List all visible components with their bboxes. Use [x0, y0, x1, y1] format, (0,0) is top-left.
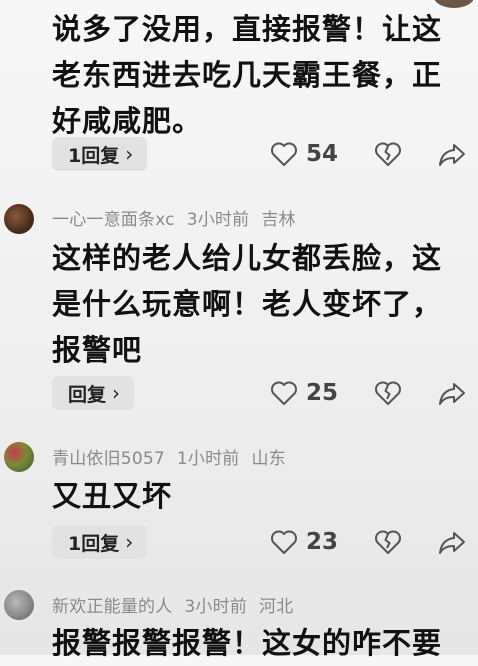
share-button[interactable]: [438, 379, 466, 411]
dislike-button[interactable]: [374, 379, 402, 411]
heart-outline-icon: [271, 381, 297, 405]
comment-actions: 54: [270, 137, 465, 171]
chevron-right-icon: ›: [125, 142, 134, 166]
share-arrow-icon: [439, 144, 465, 166]
comment-actions: 25: [270, 376, 465, 410]
reply-label: 1回复: [68, 144, 120, 167]
share-arrow-icon: [439, 383, 465, 405]
username[interactable]: 一心一意面条xc: [52, 210, 175, 230]
comment-text: 这样的老人给儿女都丢脸，这是什么玩意啊！老人变坏了，报警吧: [52, 241, 443, 367]
reply-label: 1回复: [68, 532, 120, 555]
comment-actions: 23: [270, 525, 465, 559]
share-arrow-icon: [439, 532, 465, 554]
reply-button[interactable]: 回复 ›: [52, 376, 135, 410]
comment-location: 山东: [251, 449, 286, 469]
reply-button[interactable]: 1回复 ›: [52, 137, 148, 171]
comment-text: 说多了没用，直接报警！让这老东西进去吃几天霸王餐，正好咸咸肥。: [52, 12, 443, 138]
username[interactable]: 青山依旧5057: [52, 449, 165, 469]
comment-meta: 一心一意面条xc 3小时前 吉林: [52, 205, 308, 230]
like-count: 25: [306, 380, 339, 406]
like-button[interactable]: 25: [270, 380, 350, 406]
chevron-right-icon: ›: [125, 530, 134, 554]
dislike-button[interactable]: [374, 140, 402, 172]
comment-time: 3小时前: [184, 597, 248, 617]
comment-location: 河北: [259, 597, 294, 617]
avatar[interactable]: [4, 590, 34, 620]
like-button[interactable]: 54: [270, 141, 350, 167]
comment-time: 3小时前: [186, 210, 250, 230]
comment-meta: 青山依旧5057 1小时前 山东: [52, 444, 298, 469]
like-button[interactable]: 23: [270, 529, 350, 555]
heart-outline-icon: [271, 530, 297, 554]
share-button[interactable]: [438, 140, 466, 172]
broken-heart-icon: [375, 530, 401, 554]
comment-text: 报警报警报警！这女的咋不要: [52, 626, 443, 660]
heart-outline-icon: [271, 142, 297, 166]
dislike-button[interactable]: [374, 528, 402, 560]
share-button[interactable]: [438, 528, 466, 560]
like-count: 23: [306, 529, 339, 555]
comment-meta: 新欢正能量的人 3小时前 河北: [52, 592, 305, 617]
avatar[interactable]: [4, 204, 34, 234]
comment-location: 吉林: [261, 210, 296, 230]
broken-heart-icon: [375, 381, 401, 405]
username[interactable]: 新欢正能量的人: [52, 597, 172, 617]
comment-time: 1小时前: [176, 449, 240, 469]
chevron-right-icon: ›: [112, 381, 121, 405]
avatar[interactable]: [4, 442, 34, 472]
like-count: 54: [306, 141, 339, 167]
comment-text: 又丑又坏: [52, 479, 173, 513]
reply-button[interactable]: 1回复 ›: [52, 525, 148, 559]
broken-heart-icon: [375, 142, 401, 166]
reply-label: 回复: [68, 383, 107, 406]
